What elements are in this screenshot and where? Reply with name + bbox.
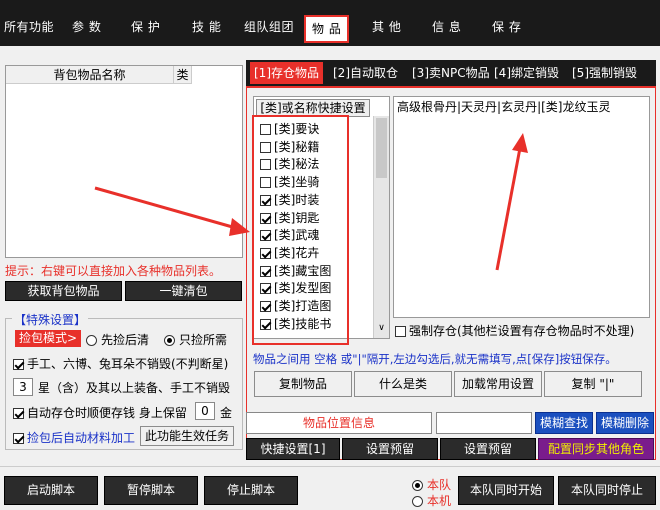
arrow-left (94, 186, 237, 230)
arrow-left-head-icon (229, 218, 250, 236)
arrow-up (495, 147, 522, 271)
arrow-up-head-icon (512, 133, 528, 153)
annotation-arrows (94, 133, 528, 271)
